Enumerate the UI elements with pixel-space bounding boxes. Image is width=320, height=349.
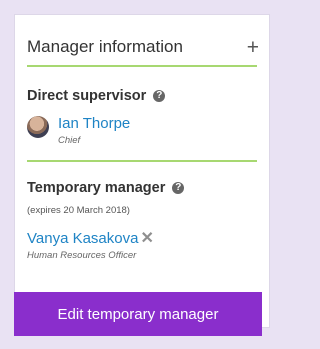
temporary-manager-entry: Vanya Kasakova ✕ Human Resources Officer — [27, 230, 154, 261]
supervisor-name-link[interactable]: Ian Thorpe — [58, 115, 130, 132]
edit-temporary-manager-button[interactable]: Edit temporary manager — [14, 292, 262, 336]
supervisor-role: Chief — [58, 135, 81, 146]
section-divider — [27, 65, 257, 67]
card-title: Manager information — [27, 37, 183, 56]
temporary-manager-role: Human Resources Officer — [27, 250, 137, 261]
temporary-manager-label-row: Temporary manager ? — [27, 180, 185, 196]
direct-supervisor-label-row: Direct supervisor ? — [27, 88, 166, 104]
section-divider — [27, 160, 257, 162]
direct-supervisor-label: Direct supervisor — [27, 88, 147, 104]
question-circle-icon[interactable]: ? — [153, 90, 166, 102]
close-icon[interactable]: ✕ — [140, 230, 153, 247]
avatar — [27, 116, 49, 138]
manager-info-card: Manager information + Direct supervisor … — [14, 14, 270, 328]
supervisor-entry: Ian Thorpe Chief — [27, 115, 130, 146]
expiry-note: (expires 20 March 2018) — [27, 205, 130, 216]
plus-icon[interactable]: + — [247, 37, 259, 58]
question-circle-icon[interactable]: ? — [172, 182, 185, 194]
temporary-manager-label: Temporary manager — [27, 180, 166, 196]
card-header: Manager information + — [27, 37, 259, 58]
temporary-manager-name-link[interactable]: Vanya Kasakova — [27, 230, 138, 247]
